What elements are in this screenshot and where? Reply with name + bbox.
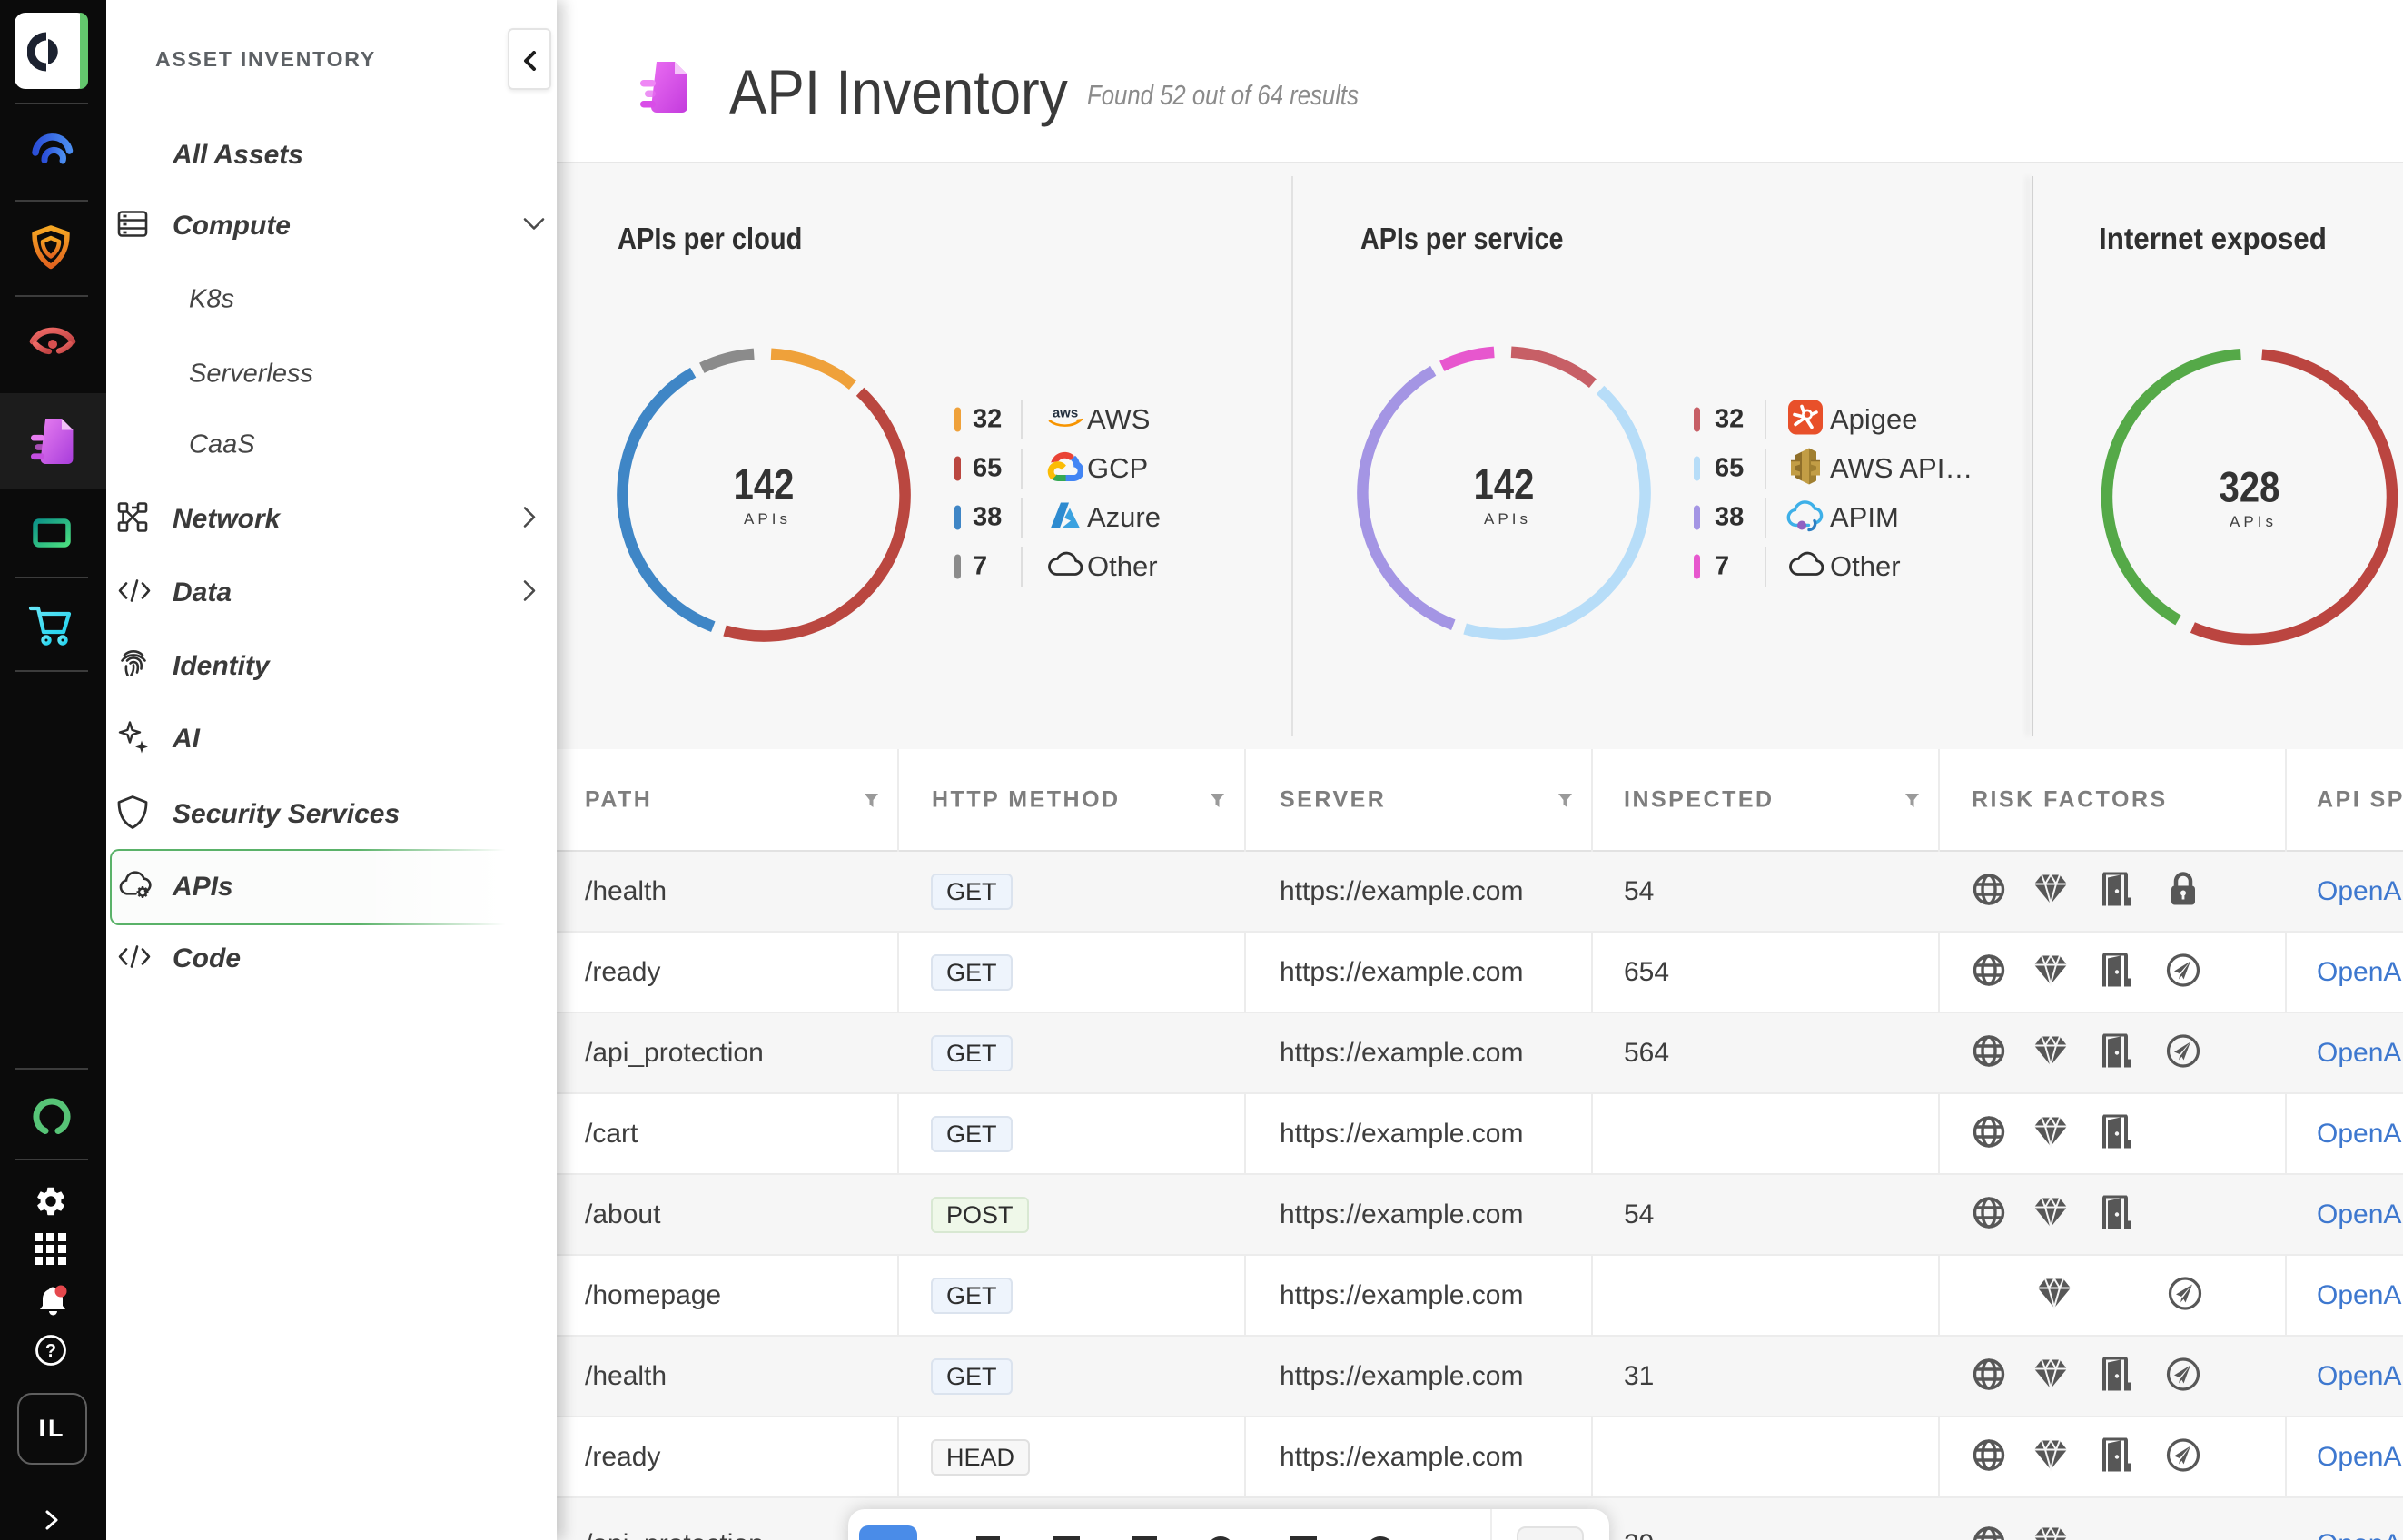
svg-text:?: ? [45, 1341, 56, 1361]
svg-text:aws: aws [1053, 406, 1078, 421]
